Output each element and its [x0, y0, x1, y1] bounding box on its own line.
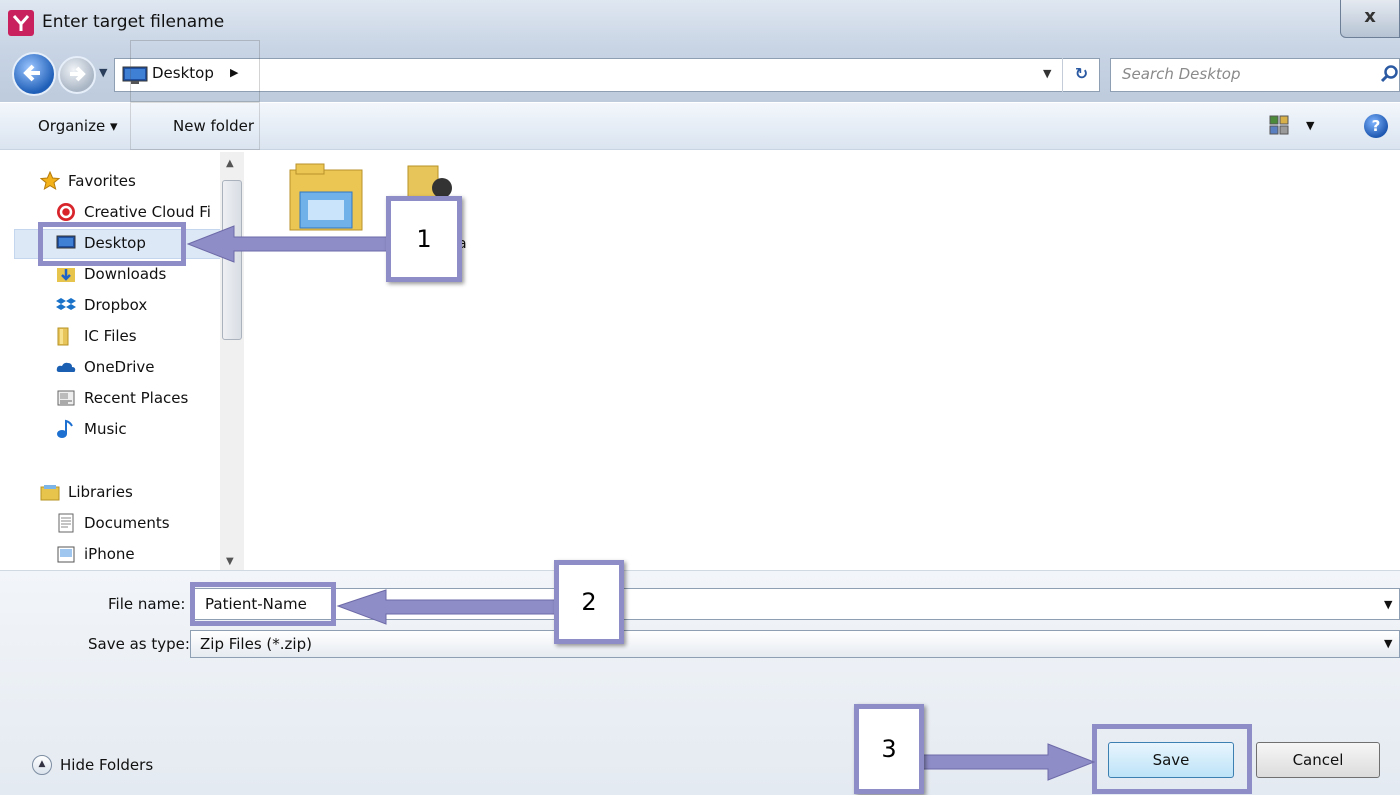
window-title: Enter target filename [42, 12, 225, 32]
downloads-icon [56, 264, 76, 284]
file-name-highlight-box [190, 582, 336, 626]
documents-icon [56, 513, 76, 533]
close-button[interactable]: x [1340, 0, 1400, 38]
callout-3-arrow-icon [912, 743, 1096, 781]
organize-button[interactable]: Organize ▾ [38, 117, 118, 135]
callout-2-arrow-icon [336, 589, 565, 625]
sidebar-item-label: Libraries [68, 483, 133, 501]
save-as-type-value[interactable]: Zip Files (*.zip) [200, 635, 312, 653]
save-as-type-label: Save as type: [88, 635, 190, 653]
view-options-icon[interactable] [1268, 114, 1290, 136]
sidebar-item-label: Dropbox [84, 296, 148, 314]
sidebar-item-dropbox[interactable]: Dropbox [56, 292, 147, 318]
callout-1-arrow-icon [186, 225, 395, 263]
file-name-dropdown-icon[interactable]: ▼ [1384, 598, 1392, 611]
sidebar-item-iphone[interactable]: iPhone [56, 541, 135, 567]
sidebar-item-label: Creative Cloud Fi [84, 203, 211, 221]
callout-1: 1 [386, 196, 462, 282]
sidebar-item-label: IC Files [84, 327, 137, 345]
sidebar-item-label: Documents [84, 514, 170, 532]
callout-3: 3 [854, 704, 924, 794]
new-folder-button[interactable]: New folder [173, 117, 254, 135]
hide-folders-label: Hide Folders [60, 756, 154, 774]
sidebar-item-music[interactable]: Music [56, 416, 127, 442]
save-highlight-box [1092, 724, 1252, 794]
music-icon [56, 419, 76, 439]
folder-icon [56, 326, 76, 346]
recent-places-icon [56, 388, 76, 408]
sidebar-item-documents[interactable]: Documents [56, 510, 170, 536]
chevron-up-icon: ▲ [32, 755, 52, 775]
forward-button[interactable] [58, 56, 96, 94]
dropbox-icon [56, 295, 76, 315]
forward-arrow-icon [70, 66, 86, 82]
app-icon [8, 10, 34, 36]
address-dropdown-icon[interactable]: ▼ [1043, 67, 1051, 80]
help-button[interactable]: ? [1364, 114, 1388, 138]
sidebar-item-favorites[interactable]: Favorites [39, 168, 136, 194]
scroll-down-icon[interactable]: ▼ [226, 556, 234, 567]
sidebar-item-label: Favorites [68, 172, 136, 190]
overlay-frame [130, 40, 260, 102]
search-icon[interactable] [1380, 64, 1400, 84]
sidebar-item-label: iPhone [84, 545, 135, 563]
callout-2: 2 [554, 560, 624, 644]
save-as-type-select[interactable] [190, 630, 1400, 658]
iphone-icon [56, 544, 76, 564]
file-name-label: File name: [108, 595, 186, 613]
creative-cloud-icon [56, 202, 76, 222]
back-button[interactable] [12, 52, 56, 96]
sidebar-item-label: Downloads [84, 265, 167, 283]
star-icon [39, 170, 61, 191]
sidebar-item-label: Recent Places [84, 389, 189, 407]
hide-folders-button[interactable]: ▲ Hide Folders [32, 755, 153, 775]
sidebar-item-label: Music [84, 420, 127, 438]
libraries-icon [40, 482, 60, 502]
search-placeholder: Search Desktop [1122, 65, 1241, 83]
scroll-up-icon[interactable]: ▲ [226, 158, 234, 169]
sidebar-item-ic-files[interactable]: IC Files [56, 323, 137, 349]
cancel-button[interactable]: Cancel [1256, 742, 1380, 778]
sidebar-item-label: OneDrive [84, 358, 155, 376]
onedrive-icon [56, 357, 76, 377]
sidebar-item-onedrive[interactable]: OneDrive [56, 354, 155, 380]
recent-pages-dropdown-icon[interactable]: ▼ [99, 66, 107, 79]
refresh-button[interactable]: ↻ [1062, 58, 1100, 92]
sidebar-item-recent-places[interactable]: Recent Places [56, 385, 188, 411]
back-arrow-icon [23, 64, 40, 82]
desktop-highlight-box [38, 222, 186, 266]
address-bar[interactable] [114, 58, 1100, 92]
sidebar-item-libraries[interactable]: Libraries [40, 479, 133, 505]
view-dropdown-icon[interactable]: ▼ [1306, 119, 1314, 132]
save-as-type-dropdown-icon[interactable]: ▼ [1384, 637, 1392, 650]
